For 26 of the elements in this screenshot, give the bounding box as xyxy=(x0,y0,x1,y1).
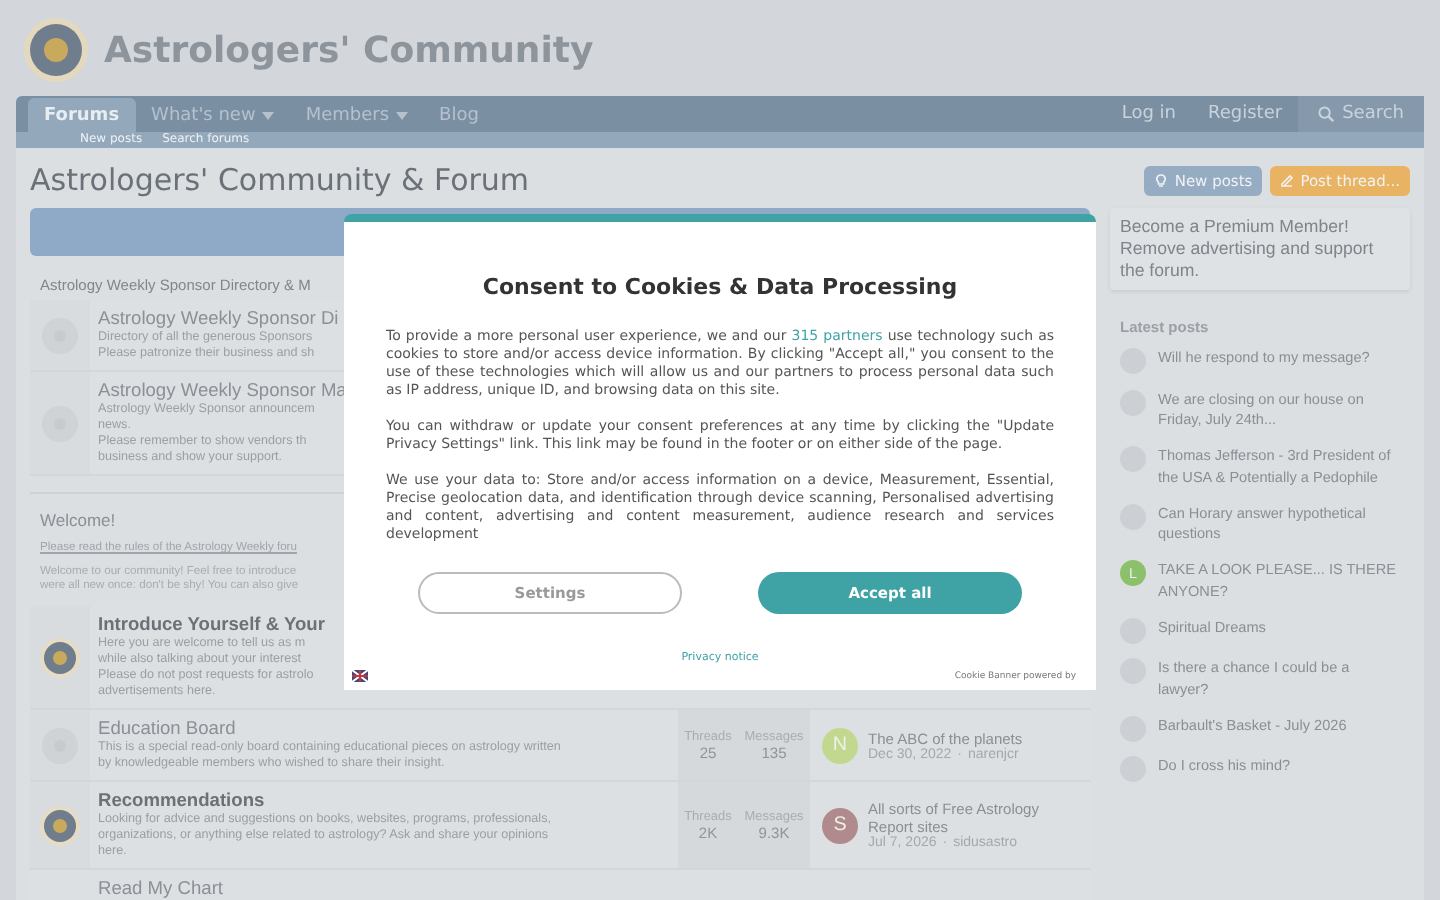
nav-link[interactable]: Register xyxy=(1192,96,1299,132)
search-icon xyxy=(1318,106,1335,122)
forum-title[interactable]: Read My Chart xyxy=(98,876,224,900)
forum-title[interactable]: Introduce Yourself & Your xyxy=(98,612,325,636)
user-avatar[interactable]: S xyxy=(822,807,858,843)
dialog-title: Consent to Cookies & Data Processing xyxy=(480,274,960,300)
welcome-title: Welcome! xyxy=(40,510,116,530)
page-title: Astrologers' Community & Forum xyxy=(30,162,530,198)
forum-icon xyxy=(40,805,80,845)
site-title[interactable]: Astrologers' Community xyxy=(104,29,594,71)
forum-title[interactable]: Astrology Weekly Sponsor Di xyxy=(98,306,339,330)
forum-title[interactable]: Education Board xyxy=(98,716,236,740)
edit-icon xyxy=(1280,173,1295,187)
nav-tab[interactable]: Forums xyxy=(28,98,136,132)
nav-tab[interactable]: What's new xyxy=(135,98,290,132)
search-button[interactable]: Search xyxy=(1298,96,1424,132)
forum-title[interactable]: Recommendations xyxy=(98,788,265,812)
user-avatar[interactable]: N xyxy=(822,727,858,763)
nav-tab[interactable]: Members xyxy=(289,98,424,132)
bulb-icon xyxy=(1154,173,1169,187)
logo-icon[interactable] xyxy=(24,18,88,82)
nav-tab[interactable]: Blog xyxy=(423,98,495,132)
flag-icon[interactable] xyxy=(352,670,368,682)
forum-icon xyxy=(40,637,80,677)
premium-notice[interactable]: Become a Premium Member! Remove advertising and support the forum. xyxy=(1110,208,1410,290)
nav-link[interactable]: Log in xyxy=(1105,96,1193,132)
